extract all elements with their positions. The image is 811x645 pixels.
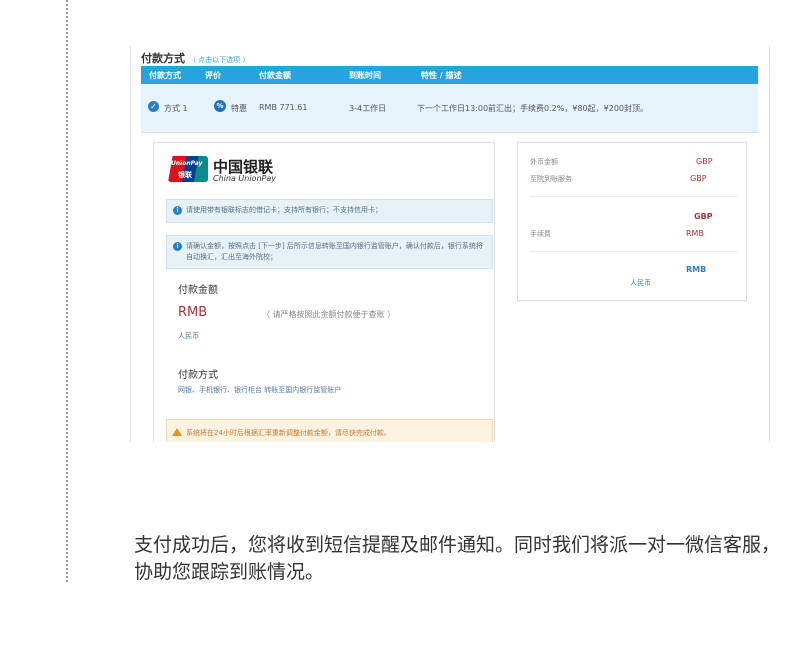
notice-debit-card-text: 请使用带有银联标志的借记卡；支持所有银行；不支持信用卡； [186, 206, 382, 214]
unionpay-badge-cn: 银联 [178, 171, 192, 179]
summary-divider [530, 196, 738, 197]
service-value: GBP [690, 174, 707, 183]
amount-hint: （ 请严格按照此金额付款便于查账 ） [262, 310, 396, 319]
info-icon: i [173, 206, 182, 215]
subtotal-value: GBP [694, 212, 713, 221]
method-desc: 网银、手机银行、银行柜台 转账至国内银行监管账户 [178, 386, 342, 394]
fee-value: RMB [686, 229, 704, 238]
warning-icon [172, 428, 182, 436]
foreign-amount-value: GBP [696, 157, 713, 166]
header-method: 付款方式 [149, 71, 181, 80]
notice-confirm-amount-text: 请确认金额，按照点击 [下一步] 后所示信息转账至国内银行监管账户，确认付款后，… [186, 242, 483, 261]
option-method: 方式 1 [164, 104, 188, 113]
dotted-margin-line [66, 0, 68, 582]
notice-debit-card: i 请使用带有银联标志的借记卡；支持所有银行；不支持信用卡； [166, 199, 493, 223]
summary-divider [530, 251, 738, 252]
header-rating: 评价 [205, 71, 221, 80]
total-unit: 人民币 [630, 279, 651, 287]
unionpay-badge-en: UnionPay [171, 160, 203, 167]
payment-option-row[interactable]: ✓ 方式 1 % 特惠 RMB 771.61 3-4工作日 下一个工作日13:0… [141, 84, 758, 133]
header-amount: 付款金额 [259, 71, 291, 80]
unionpay-panel: UnionPay 银联 中国银联 China UnionPay i 请使用带有银… [153, 142, 495, 442]
discount-percent-icon: % [214, 100, 226, 112]
option-time: 3-4工作日 [349, 104, 387, 113]
amount-label: 付款金额 [178, 285, 218, 296]
rate-warning-text: 系统将在24小时后根据汇率重新调整付款金额，请尽快完成付款。 [186, 429, 391, 437]
method-label: 付款方式 [178, 370, 218, 381]
check-circle-icon: ✓ [148, 101, 159, 112]
total-value: RMB [686, 265, 707, 274]
option-amount: RMB 771.61 [259, 103, 308, 112]
header-desc: 特性 / 描述 [421, 71, 462, 80]
caption-text: 支付成功后，您将收到短信提醒及邮件通知。同时我们将派一对一微信客服，协助您跟踪到… [134, 534, 781, 583]
service-label: 至院到账服务 [530, 175, 572, 183]
unionpay-name-en: China UnionPay [213, 174, 276, 183]
section-hint: （ 点击以下选项 ） [189, 56, 250, 64]
amount-unit: 人民币 [178, 332, 199, 340]
rate-warning: 系统将在24小时后根据汇率重新调整付款金额，请尽快完成付款。 [166, 419, 493, 442]
amount-value: RMB [178, 305, 208, 320]
notice-confirm-amount: i 请确认金额，按照点击 [下一步] 后所示信息转账至国内银行监管账户，确认付款… [166, 235, 493, 269]
option-desc: 下一个工作日13:00前汇出；手续费0.2%，¥80起，¥200封顶。 [417, 104, 649, 113]
unionpay-logo: UnionPay 银联 [168, 156, 208, 182]
header-time: 到账时间 [349, 71, 381, 80]
fee-label: 手续费 [530, 230, 551, 238]
payment-screenshot: 付款方式 （ 点击以下选项 ） 付款方式 评价 付款金额 到账时间 特性 / 描述… [130, 46, 770, 442]
section-title-text: 付款方式 [141, 52, 185, 65]
option-rating: 特惠 [231, 104, 247, 113]
table-header: 付款方式 评价 付款金额 到账时间 特性 / 描述 [141, 66, 758, 84]
summary-panel: 外币金额 GBP 至院到账服务 GBP GBP 手续费 RMB RMB 人民币 [517, 142, 747, 301]
info-icon: i [173, 242, 182, 251]
foreign-amount-label: 外币金额 [530, 158, 558, 166]
section-title: 付款方式 （ 点击以下选项 ） [141, 50, 249, 66]
